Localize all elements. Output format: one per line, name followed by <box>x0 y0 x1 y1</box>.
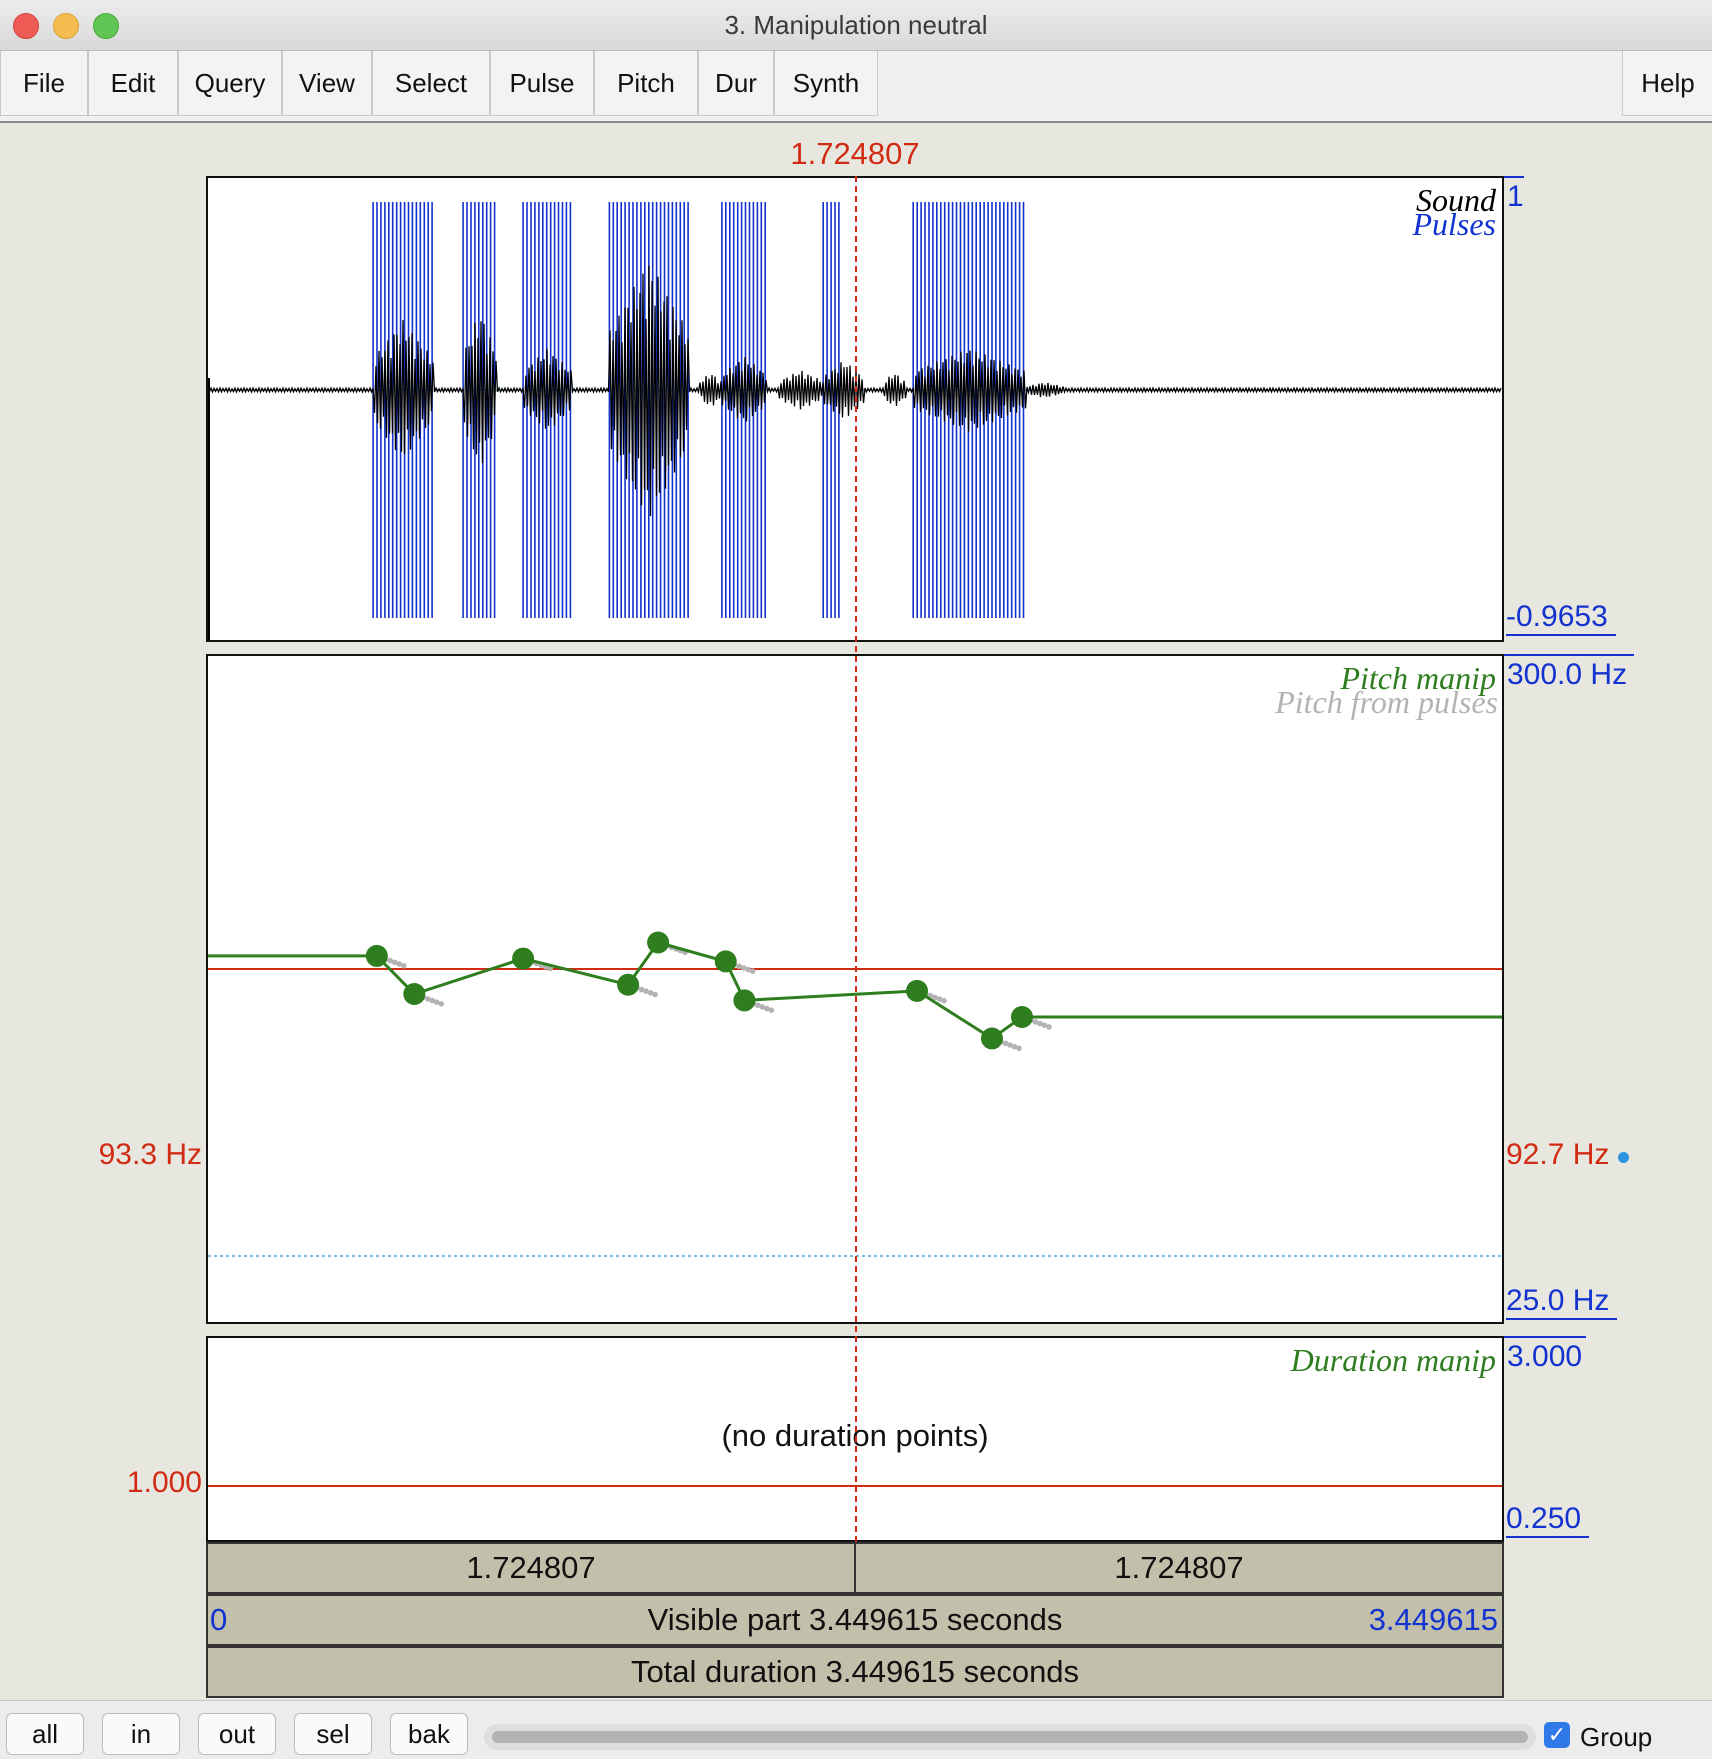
title-bar: 3. Manipulation neutral <box>0 0 1712 51</box>
time-before-cursor: 1.724807 <box>466 1550 596 1585</box>
cursor-time-label: 1.724807 <box>790 136 920 171</box>
pitch-manip-point <box>617 973 640 996</box>
horizontal-scrollbar[interactable] <box>484 1724 1536 1750</box>
menu-query[interactable]: Query <box>178 51 282 116</box>
pitch-manip-point <box>403 983 426 1005</box>
pitch-pulse-point <box>401 962 407 969</box>
scrollbar-thumb[interactable] <box>492 1731 1528 1743</box>
visible-part-box[interactable]: 0 Visible part 3.449615 seconds 3.449615 <box>206 1594 1504 1646</box>
pitch-manip-point <box>981 1027 1003 1050</box>
zoom-out-button[interactable]: out <box>198 1713 276 1755</box>
time-before-cursor-box[interactable]: 1.724807 <box>206 1542 856 1594</box>
total-duration-label: Total duration 3.449615 seconds <box>630 1654 1080 1689</box>
pitch-manip-point <box>906 979 928 1002</box>
pitch-pulse-point <box>1046 1024 1052 1030</box>
pitch-pulse-point <box>438 1001 445 1007</box>
cursor-line <box>855 176 857 1542</box>
pitch-manip-point <box>647 931 670 954</box>
visible-end: 3.449615 <box>1368 1602 1498 1637</box>
time-after-cursor: 1.724807 <box>1114 1550 1244 1585</box>
window-title: 3. Manipulation neutral <box>724 10 988 40</box>
sound-top-tick <box>1504 176 1524 178</box>
pitch-top-value: 300.0 Hz <box>1507 658 1628 691</box>
duration-top-tick <box>1504 1336 1586 1338</box>
menu-select[interactable]: Select <box>372 51 490 116</box>
pitch-left-value: 93.3 Hz <box>98 1138 202 1171</box>
sound-top-value: 1 <box>1507 180 1524 213</box>
pitch-pulse-point <box>768 1007 775 1013</box>
visible-part-label: Visible part 3.449615 seconds <box>647 1602 1063 1637</box>
menu-pulse[interactable]: Pulse <box>490 51 594 116</box>
pitch-bottom-value: 25.0 Hz <box>1506 1284 1618 1320</box>
legend-pitch-from-pulses: Pitch from pulses <box>1275 684 1498 720</box>
sound-bottom-value: -0.9653 <box>1506 600 1616 636</box>
legend-duration-manip: Duration manip <box>1290 1342 1496 1378</box>
duration-bottom-value: 0.250 <box>1506 1502 1590 1538</box>
pitch-manip-point <box>1011 1006 1033 1028</box>
menu-dur[interactable]: Dur <box>698 51 774 116</box>
duration-top-value: 3.000 <box>1507 1340 1583 1373</box>
menu-pitch[interactable]: Pitch <box>594 51 698 116</box>
pitch-right-value: 92.7 Hz <box>1506 1138 1610 1171</box>
zoom-selection-button[interactable]: sel <box>294 1713 372 1755</box>
duration-left-value: 1.000 <box>126 1466 202 1499</box>
group-checkbox[interactable]: ✓ <box>1544 1722 1570 1748</box>
pitch-marker-dot-icon <box>1618 1152 1629 1163</box>
pitch-pulse-point <box>941 997 947 1004</box>
zoom-back-button[interactable]: bak <box>390 1713 468 1755</box>
pitch-manip-point <box>512 947 535 970</box>
menu-view[interactable]: View <box>282 51 372 116</box>
visible-start: 0 <box>210 1602 228 1637</box>
menu-synth[interactable]: Synth <box>774 51 878 116</box>
zoom-all-button[interactable]: all <box>6 1713 84 1755</box>
legend-pulses: Pulses <box>1412 206 1496 242</box>
total-duration-box[interactable]: Total duration 3.449615 seconds <box>206 1646 1504 1698</box>
pitch-top-tick <box>1504 654 1634 656</box>
pitch-manip-point <box>733 989 756 1012</box>
time-after-cursor-box[interactable]: 1.724807 <box>854 1542 1504 1594</box>
menu-edit[interactable]: Edit <box>88 51 178 116</box>
group-label: Group <box>1580 1722 1653 1752</box>
zoom-in-button[interactable]: in <box>102 1713 180 1755</box>
pitch-manip-point <box>714 950 737 973</box>
pitch-pulse-point <box>652 991 658 998</box>
menu-help[interactable]: Help <box>1622 51 1712 116</box>
pitch-pulse-point <box>749 968 756 974</box>
menu-bar: File Edit Query View Select Pulse Pitch … <box>0 51 1712 123</box>
menu-file[interactable]: File <box>0 51 88 116</box>
pitch-pulse-point <box>1016 1045 1022 1052</box>
pitch-manip-point <box>365 944 388 967</box>
